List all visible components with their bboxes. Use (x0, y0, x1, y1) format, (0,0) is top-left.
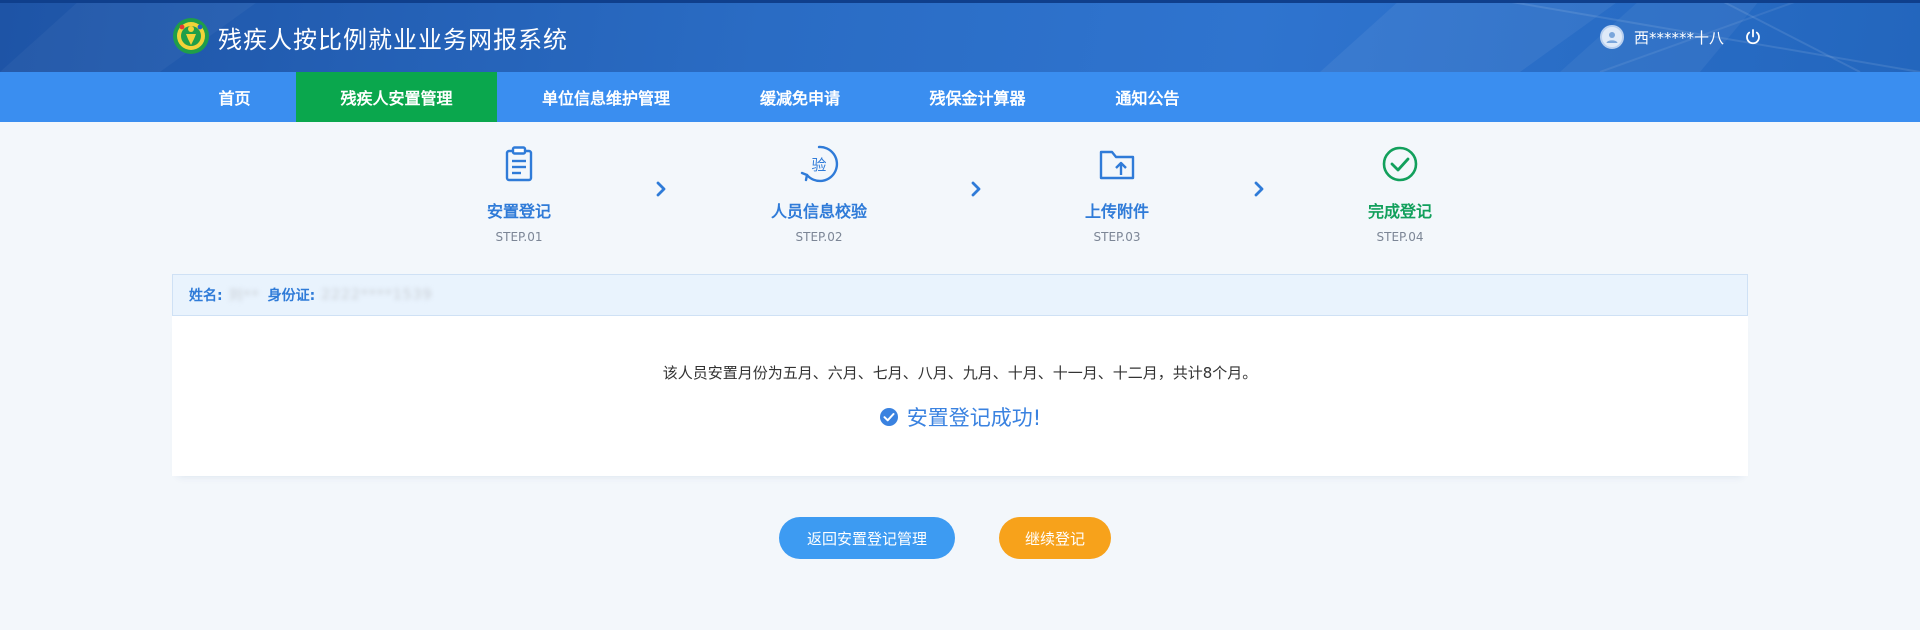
nav-home[interactable]: 首页 (172, 72, 297, 122)
id-label: 身份证: (267, 288, 316, 304)
disability-federation-logo-icon (173, 18, 209, 54)
user-avatar-icon (1600, 25, 1624, 49)
main-nav: 首页 残疾人安置管理 单位信息维护管理 缓减免申请 残保金计算器 通知公告 (0, 72, 1920, 122)
person-info-bar: 姓名: 刘** 身份证: 2222****1539 (172, 274, 1748, 316)
step-label: 人员信息校验 (770, 202, 867, 221)
user-name: 西******十八 (1634, 28, 1725, 47)
result-card: 该人员安置月份为五月、六月、七月、八月、九月、十月、十一月、十二月，共计8个月。… (172, 316, 1748, 476)
header-top-border (0, 0, 1920, 3)
nav-notices[interactable]: 通知公告 (1070, 72, 1225, 122)
step-code: STEP.04 (1376, 230, 1424, 244)
check-circle-filled-icon (879, 408, 898, 426)
step-code: STEP.02 (795, 230, 843, 244)
success-text: 安置登记成功! (906, 406, 1042, 430)
folder-upload-icon (1099, 150, 1135, 180)
success-message: 安置登记成功! (172, 402, 1748, 432)
step-02: 验 人员信息校验 STEP.02 (719, 144, 919, 244)
nav-unit-info[interactable]: 单位信息维护管理 (497, 72, 715, 122)
clipboard-icon (505, 146, 533, 182)
nav-calculator[interactable]: 残保金计算器 (885, 72, 1070, 122)
step-label: 完成登记 (1367, 202, 1432, 221)
app-header: 残疾人按比例就业业务网报系统 西******十八 (0, 0, 1920, 72)
chevron-right-icon (1254, 181, 1264, 197)
back-to-placement-management-button[interactable]: 返回安置登记管理 (779, 517, 955, 559)
id-value-masked: 2222****1539 (321, 287, 433, 303)
continue-registration-button[interactable]: 继续登记 (999, 517, 1111, 559)
chevron-right-icon (656, 181, 666, 197)
chevron-right-icon (971, 181, 981, 197)
nav-disabled-placement[interactable]: 残疾人安置管理 (296, 72, 497, 122)
step-01: 安置登记 STEP.01 (419, 144, 619, 244)
placement-months-text: 该人员安置月份为五月、六月、七月、八月、九月、十月、十一月、十二月，共计8个月。 (662, 364, 1258, 382)
step-code: STEP.01 (495, 230, 543, 244)
step-label: 安置登记 (486, 202, 551, 221)
verify-badge-icon: 验 (800, 145, 839, 183)
name-label: 姓名: (189, 288, 223, 304)
user-menu[interactable]: 西******十八 (1600, 24, 1762, 50)
step-03: 上传附件 STEP.03 (1017, 144, 1217, 244)
step-code: STEP.03 (1093, 230, 1141, 244)
power-icon[interactable] (1744, 28, 1762, 46)
app-title: 残疾人按比例就业业务网报系统 (218, 26, 568, 54)
nav-reduction-application[interactable]: 缓减免申请 (715, 72, 885, 122)
check-circle-icon (1382, 146, 1418, 182)
step-label: 上传附件 (1084, 202, 1149, 221)
svg-text:验: 验 (811, 156, 826, 174)
step-04: 完成登记 STEP.04 (1300, 144, 1500, 244)
name-value-masked: 刘** (228, 288, 260, 304)
